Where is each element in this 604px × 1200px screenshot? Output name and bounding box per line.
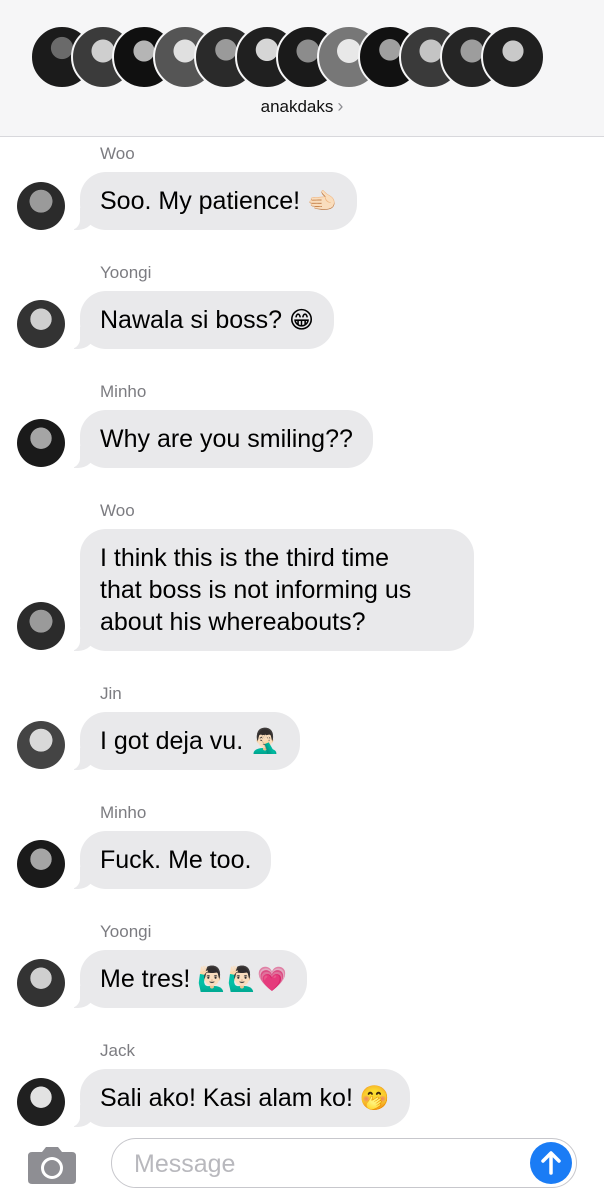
message-text: Soo. My patience! [100,187,301,215]
message-text: I got deja vu. [100,727,244,755]
send-button[interactable] [530,1142,572,1184]
sender-name: Minho [100,803,147,822]
message-placeholder: Message [134,1150,236,1178]
message-composer: Message [0,1128,604,1200]
group-avatars[interactable] [30,25,590,91]
arrow-up-icon [541,1151,561,1175]
member-avatar [481,25,545,89]
message-emoji: 🤦🏻‍♂️ [250,727,280,755]
group-name-label: anakdaks [260,97,334,116]
sender-avatar[interactable] [17,1078,65,1126]
sender-avatar[interactable] [17,182,65,230]
message-emoji: 🙋🏻‍♂️🙋🏻‍♂️💗 [197,965,287,993]
sender-name: Jin [100,684,122,703]
sender-name: Yoongi [100,922,152,941]
message-text: Fuck. Me too. [100,846,252,874]
conversation-header: anakdaks › [0,0,604,137]
message-text-line: I think this is the third time [100,544,390,572]
message-text: Nawala si boss? [100,306,283,334]
message-bubble[interactable]: I think this is the third time that boss… [70,529,474,651]
message-input[interactable]: Message [111,1138,577,1188]
message-text-line: about his whereabouts? [100,608,366,636]
message-bubble[interactable]: Soo. My patience! 🫲🏻 [70,172,357,230]
camera-icon[interactable] [26,1146,78,1186]
sender-name: Yoongi [100,263,152,282]
group-name[interactable]: anakdaks › [0,96,604,117]
message-bubble[interactable]: Sali ako! Kasi alam ko! 🤭 [70,1069,410,1127]
sender-avatar[interactable] [17,840,65,888]
sender-avatar[interactable] [17,602,65,650]
message-text: Sali ako! Kasi alam ko! [100,1084,353,1112]
sender-name: Woo [100,144,135,163]
message-text: Why are you smiling?? [100,425,353,453]
message-emoji: 🤭 [359,1084,390,1112]
message-bubble[interactable]: Why are you smiling?? [70,410,373,468]
message-text: Me tres! [100,965,191,993]
chevron-right-icon: › [337,96,344,116]
message-emoji: 😁 [288,306,315,334]
sender-avatar[interactable] [17,959,65,1007]
sender-name: Jack [100,1041,135,1060]
message-bubble[interactable]: Fuck. Me too. [69,831,272,889]
message-bubble[interactable]: Nawala si boss? 😁 [69,291,335,349]
sender-name: Woo [100,501,135,520]
message-text-line: that boss is not informing us [100,576,412,604]
sender-name: Minho [100,382,147,401]
message-emoji: 🫲🏻 [307,187,337,215]
sender-avatar[interactable] [17,419,65,467]
sender-avatar[interactable] [17,300,65,348]
message-bubble[interactable]: Me tres! 🙋🏻‍♂️🙋🏻‍♂️💗 [70,950,307,1008]
message-bubble[interactable]: I got deja vu. 🤦🏻‍♂️ [70,712,300,770]
sender-avatar[interactable] [17,721,65,769]
